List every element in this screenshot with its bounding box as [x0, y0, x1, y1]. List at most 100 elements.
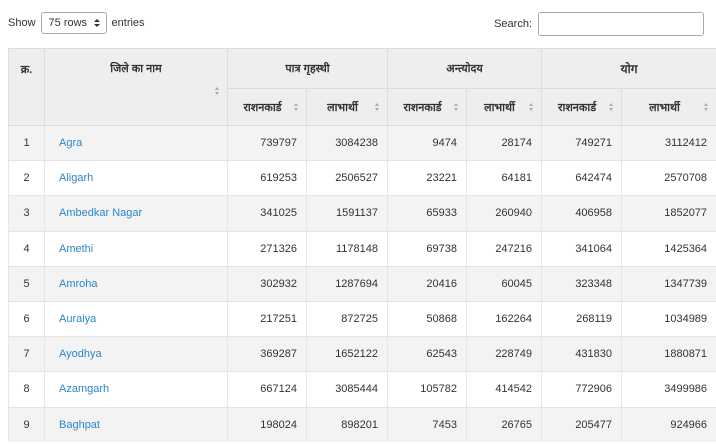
cell-total-cards: 323348 [541, 265, 623, 302]
cell-eligible-cards: 667124 [227, 371, 307, 407]
cell-total-beneficiaries: 924966 [621, 406, 716, 443]
cell-antyodaya-beneficiaries: 28174 [466, 124, 543, 161]
cell-total-cards: 341064 [541, 230, 623, 267]
cell-antyodaya-beneficiaries: 64181 [466, 160, 543, 196]
cell-total-cards: 749271 [541, 124, 623, 161]
cell-eligible-cards: 302932 [227, 265, 307, 302]
district-link[interactable]: Amethi [44, 230, 228, 267]
table-row: 9 Baghpat 198024 898201 7453 26765 20547… [8, 406, 716, 443]
cell-antyodaya-cards: 65933 [387, 195, 468, 232]
column-header-antyodaya-beneficiaries[interactable]: लाभार्थी [466, 88, 543, 126]
cell-antyodaya-cards: 9474 [387, 124, 468, 161]
sort-icon [454, 103, 459, 111]
cell-sno: 4 [8, 230, 45, 267]
district-link[interactable]: Ambedkar Nagar [44, 195, 228, 232]
district-link[interactable]: Amroha [44, 265, 228, 302]
cell-eligible-cards: 217251 [227, 300, 307, 337]
column-group-eligible: पात्र गृहस्थी [226, 48, 389, 89]
cell-sno: 5 [8, 265, 45, 302]
search-control: Search: [494, 12, 704, 36]
cell-antyodaya-beneficiaries: 228749 [466, 336, 543, 372]
cell-eligible-beneficiaries: 898201 [305, 406, 389, 443]
cell-total-beneficiaries: 2570708 [621, 160, 716, 196]
cell-total-beneficiaries: 1425364 [621, 230, 716, 267]
cell-antyodaya-cards: 62543 [387, 336, 468, 372]
column-header-antyodaya-cards[interactable]: राशनकार्ड [387, 88, 468, 126]
ration-card-table: क्र. जिले का नाम पात्र गृहस्थी अन्त्योदय… [8, 48, 716, 443]
cell-antyodaya-cards: 20416 [387, 265, 468, 302]
cell-eligible-cards: 369287 [227, 336, 307, 372]
table-row: 7 Ayodhya 369287 1652122 62543 228749 43… [8, 336, 716, 372]
column-header-sno[interactable]: क्र. [8, 48, 45, 126]
cell-eligible-cards: 341025 [227, 195, 307, 232]
cell-sno: 2 [8, 160, 45, 196]
cell-total-cards: 268119 [541, 300, 623, 337]
district-link[interactable]: Ayodhya [44, 336, 228, 372]
cell-sno: 1 [8, 124, 45, 161]
cell-eligible-beneficiaries: 3085444 [305, 371, 389, 407]
column-group-antyodaya: अन्त्योदय [387, 48, 543, 89]
column-header-district[interactable]: जिले का नाम [44, 48, 228, 126]
cell-antyodaya-beneficiaries: 414542 [466, 371, 543, 407]
cell-antyodaya-cards: 50868 [387, 300, 468, 337]
cell-total-cards: 205477 [541, 406, 623, 443]
cell-sno: 7 [8, 336, 45, 372]
column-header-total-cards[interactable]: राशनकार्ड [541, 88, 623, 126]
cell-antyodaya-cards: 23221 [387, 160, 468, 196]
cell-sno: 3 [8, 195, 45, 232]
sort-icon [609, 103, 614, 111]
cell-antyodaya-beneficiaries: 260940 [466, 195, 543, 232]
cell-sno: 8 [8, 371, 45, 407]
cell-eligible-cards: 619253 [227, 160, 307, 196]
cell-eligible-cards: 198024 [227, 406, 307, 443]
column-group-total: योग [541, 48, 716, 89]
cell-total-beneficiaries: 3499986 [621, 371, 716, 407]
sort-icon [529, 103, 534, 111]
cell-total-cards: 772906 [541, 371, 623, 407]
district-link[interactable]: Azamgarh [44, 371, 228, 407]
column-header-eligible-beneficiaries[interactable]: लाभार्थी [305, 88, 389, 126]
column-header-total-beneficiaries[interactable]: लाभार्थी [621, 88, 716, 126]
search-input[interactable] [538, 12, 704, 36]
cell-antyodaya-beneficiaries: 247216 [466, 230, 543, 267]
table-row: 1 Agra 739797 3084238 9474 28174 749271 … [8, 124, 716, 161]
cell-total-beneficiaries: 1852077 [621, 195, 716, 232]
district-link[interactable]: Baghpat [44, 406, 228, 443]
cell-total-cards: 431830 [541, 336, 623, 372]
show-label: Show [8, 17, 36, 29]
rows-per-page-select[interactable]: 75 rows [40, 12, 107, 34]
district-link[interactable]: Auraiya [44, 300, 228, 337]
cell-eligible-beneficiaries: 1591137 [305, 195, 389, 232]
district-link[interactable]: Agra [44, 124, 228, 161]
cell-antyodaya-beneficiaries: 26765 [466, 406, 543, 443]
column-header-eligible-cards[interactable]: राशनकार्ड [227, 88, 307, 126]
cell-eligible-beneficiaries: 1652122 [305, 336, 389, 372]
district-link[interactable]: Aligarh [44, 160, 228, 196]
cell-antyodaya-beneficiaries: 162264 [466, 300, 543, 337]
cell-total-beneficiaries: 1347739 [621, 265, 716, 302]
table-controls: Show 75 rows entries Search: [0, 0, 716, 46]
sort-icon [215, 87, 219, 95]
cell-total-cards: 642474 [541, 160, 623, 196]
cell-antyodaya-cards: 7453 [387, 406, 468, 443]
cell-total-beneficiaries: 1034989 [621, 300, 716, 337]
sort-icon [294, 103, 298, 111]
sort-icon [375, 103, 380, 111]
cell-eligible-beneficiaries: 1178148 [305, 230, 389, 267]
entries-label: entries [111, 17, 145, 29]
table-row: 5 Amroha 302932 1287694 20416 60045 3233… [8, 265, 716, 302]
table-row: 3 Ambedkar Nagar 341025 1591137 65933 26… [8, 195, 716, 232]
cell-total-cards: 406958 [541, 195, 623, 232]
cell-eligible-cards: 739797 [227, 124, 307, 161]
cell-antyodaya-cards: 105782 [387, 371, 468, 407]
table-row: 2 Aligarh 619253 2506527 23221 64181 642… [8, 160, 716, 196]
length-control: Show 75 rows entries [8, 12, 145, 34]
select-arrows-icon [93, 19, 100, 27]
sort-icon [704, 103, 709, 111]
table-row: 6 Auraiya 217251 872725 50868 162264 268… [8, 300, 716, 337]
cell-total-beneficiaries: 1880871 [621, 336, 716, 372]
cell-eligible-cards: 271326 [227, 230, 307, 267]
cell-eligible-beneficiaries: 3084238 [305, 124, 389, 161]
cell-antyodaya-beneficiaries: 60045 [466, 265, 543, 302]
cell-eligible-beneficiaries: 2506527 [305, 160, 389, 196]
